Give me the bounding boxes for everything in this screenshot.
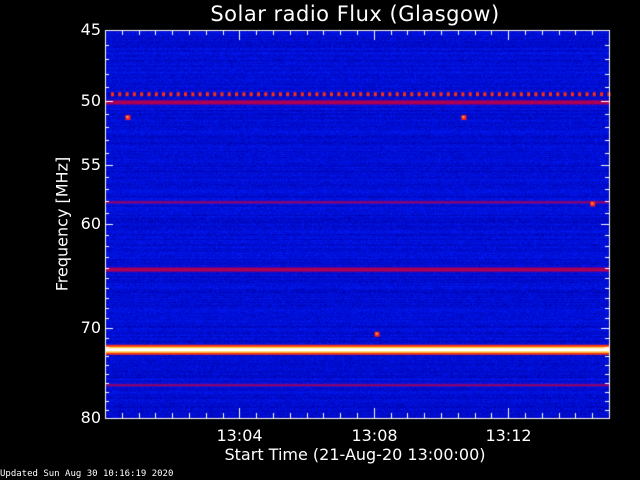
x-tick-label: 13:12	[485, 426, 532, 445]
x-tick-label: 13:08	[351, 426, 398, 445]
x-tick-label: 13:04	[216, 426, 263, 445]
y-tick-label: 80	[80, 407, 101, 427]
y-tick-label: 60	[80, 213, 101, 233]
x-axis-label: Start Time (21-Aug-20 13:00:00)	[224, 445, 486, 464]
y-tick-label: 55	[80, 154, 101, 174]
y-tick-label: 70	[80, 317, 101, 337]
y-tick-label: 50	[80, 90, 101, 110]
update-timestamp: Updated Sun Aug 30 10:16:19 2020	[0, 469, 174, 479]
y-tick-label: 45	[80, 19, 101, 39]
